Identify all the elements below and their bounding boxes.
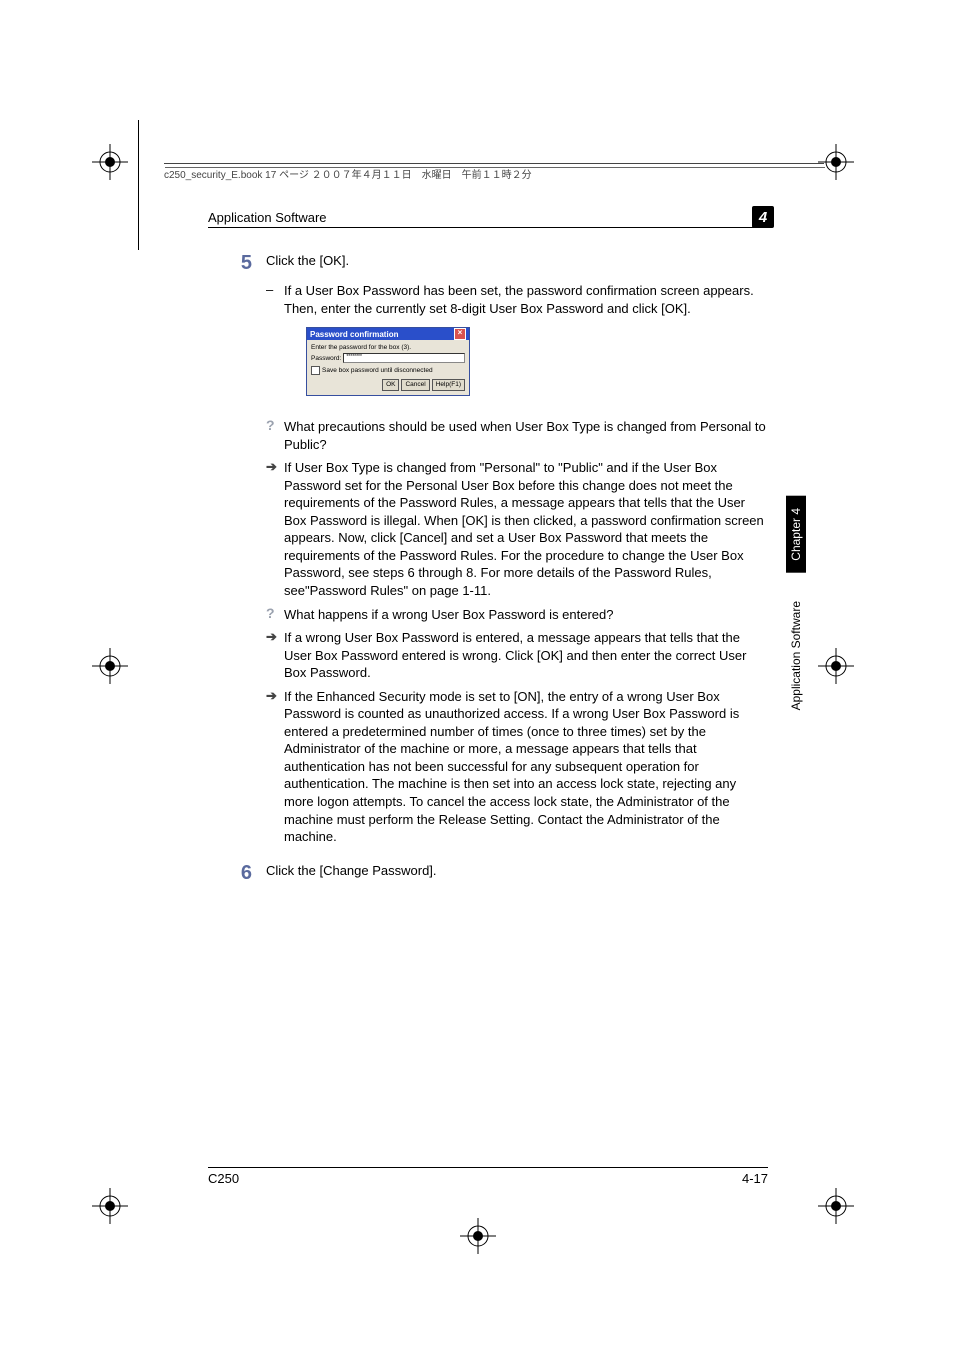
- arrow-icon: ➔: [266, 688, 284, 846]
- answer-text: If User Box Type is changed from "Person…: [284, 459, 768, 599]
- question-icon: ?: [266, 418, 284, 453]
- side-tab-chapter: Chapter 4: [786, 496, 806, 573]
- arrow-icon: ➔: [266, 629, 284, 682]
- chapter-badge: 4: [752, 206, 774, 228]
- answer-text: If a wrong User Box Password is entered,…: [284, 629, 768, 682]
- step-text: Click the [OK].: [266, 252, 768, 274]
- dialog-prompt: Enter the password for the box (3).: [311, 344, 465, 351]
- crop-mark-icon: [818, 648, 854, 684]
- step-6: 6 Click the [Change Password].: [208, 862, 768, 884]
- crop-mark-icon: [92, 1188, 128, 1224]
- rule-line: [138, 120, 139, 250]
- footer-page: 4-17: [742, 1171, 768, 1186]
- question-text: What happens if a wrong User Box Passwor…: [284, 606, 768, 624]
- step-sub-text: If a User Box Password has been set, the…: [284, 282, 768, 317]
- step-5: 5 Click the [OK].: [208, 252, 768, 274]
- question-1: ? What precautions should be used when U…: [266, 418, 768, 453]
- checkbox-label: Save box password until disconnected: [322, 367, 433, 374]
- close-icon[interactable]: ×: [454, 328, 466, 340]
- step-number: 6: [208, 862, 266, 884]
- question-icon: ?: [266, 606, 284, 624]
- answer-text: If the Enhanced Security mode is set to …: [284, 688, 768, 846]
- answer-3: ➔ If the Enhanced Security mode is set t…: [266, 688, 768, 846]
- cancel-button[interactable]: Cancel: [401, 379, 429, 391]
- step-number: 5: [208, 252, 266, 274]
- page-footer: C250 4-17: [208, 1167, 768, 1186]
- crop-mark-icon: [460, 1218, 496, 1254]
- dialog-screenshot: Password confirmation × Enter the passwo…: [306, 327, 470, 396]
- side-tab-section: Application Software: [786, 589, 806, 722]
- password-label: Password:: [311, 355, 341, 362]
- answer-1: ➔ If User Box Type is changed from "Pers…: [266, 459, 768, 599]
- checkbox[interactable]: [311, 366, 320, 375]
- step-text: Click the [Change Password].: [266, 862, 768, 884]
- dialog-title: Password confirmation: [310, 330, 398, 339]
- password-input[interactable]: ********: [343, 353, 465, 363]
- section-header: Application Software 4: [208, 210, 768, 228]
- step-sub: – If a User Box Password has been set, t…: [266, 282, 768, 317]
- section-title: Application Software: [208, 210, 327, 225]
- crop-mark-icon: [92, 144, 128, 180]
- footer-model: C250: [208, 1171, 239, 1186]
- crop-mark-icon: [92, 648, 128, 684]
- arrow-icon: ➔: [266, 459, 284, 599]
- dash-icon: –: [266, 282, 284, 317]
- answer-2: ➔ If a wrong User Box Password is entere…: [266, 629, 768, 682]
- question-text: What precautions should be used when Use…: [284, 418, 768, 453]
- help-button[interactable]: Help(F1): [432, 379, 465, 391]
- ok-button[interactable]: OK: [382, 379, 399, 391]
- side-tabs: Chapter 4 Application Software: [786, 496, 806, 722]
- doc-meta-line: c250_security_E.book 17 ページ ２００７年４月１１日 水…: [164, 163, 824, 181]
- question-2: ? What happens if a wrong User Box Passw…: [266, 606, 768, 624]
- crop-mark-icon: [818, 1188, 854, 1224]
